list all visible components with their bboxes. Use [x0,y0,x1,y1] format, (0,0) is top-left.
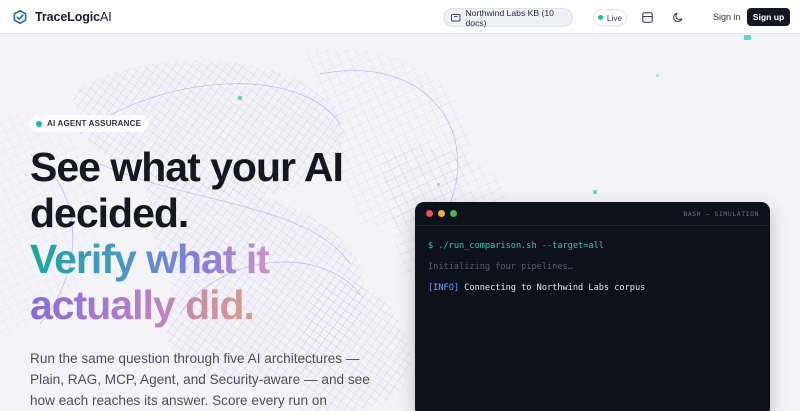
top-navigation-bar: TraceLogicAI Northwind Labs KB (10 docs)… [0,0,800,34]
maximize-dot-icon [450,210,457,217]
live-status-dot [597,15,603,20]
info-message: Connecting to Northwind Labs corpus [459,283,646,293]
terminal-command-line: $ ./run_comparison.sh --target=all [428,241,604,251]
terminal-window: BASH — SIMULATION $ ./run_comparison.sh … [415,202,770,411]
headline-line-3: Verify what it [30,236,343,282]
moon-icon [672,12,682,22]
hero-headline: See what your AI decided. Verify what it… [30,144,344,328]
badge-text: AI AGENT ASSURANCE [47,119,142,128]
headline-line-1: See what your AI [30,144,344,190]
minimize-dot-icon [438,210,445,217]
layout-icon [641,11,653,23]
terminal-title: BASH — SIMULATION [683,210,759,218]
folder-icon [451,13,461,22]
decor-dot [238,96,242,100]
theme-toggle-button[interactable] [671,10,685,24]
headline-line-2: decided. [30,190,189,236]
info-tag: [INFO] [428,283,460,293]
terminal-status-line: Initializing four pipelines… [428,262,573,272]
shield-check-icon [13,9,27,24]
close-dot-icon [426,210,433,217]
brand-link[interactable]: TraceLogicAI [12,9,112,25]
decor-dot [593,190,597,194]
live-status-badge[interactable]: Live [593,9,627,26]
terminal-output: $ ./run_comparison.sh --target=all Initi… [415,226,770,303]
layout-toggle-button[interactable] [640,10,654,24]
decor-dot [437,183,440,186]
live-status-label: Live [606,12,623,23]
decor-dot [656,74,659,77]
knowledge-base-label: Northwind Labs KB (10 docs) [465,7,554,28]
badge-dot [36,120,42,127]
knowledge-base-selector[interactable]: Northwind Labs KB (10 docs) [443,7,573,28]
terminal-titlebar: BASH — SIMULATION [415,202,770,226]
sign-in-link[interactable]: Sign in [713,12,741,22]
headline-line-4: actually did. [30,282,343,328]
terminal-info-line: [INFO] Connecting to Northwind Labs corp… [428,282,757,303]
decor-dot [744,35,751,40]
hero-description: Run the same question through five AI ar… [30,351,370,408]
sign-up-button[interactable]: Sign up [747,8,790,26]
hero-badge: AI AGENT ASSURANCE [29,115,150,132]
brand-name: TraceLogicAI [35,9,112,24]
